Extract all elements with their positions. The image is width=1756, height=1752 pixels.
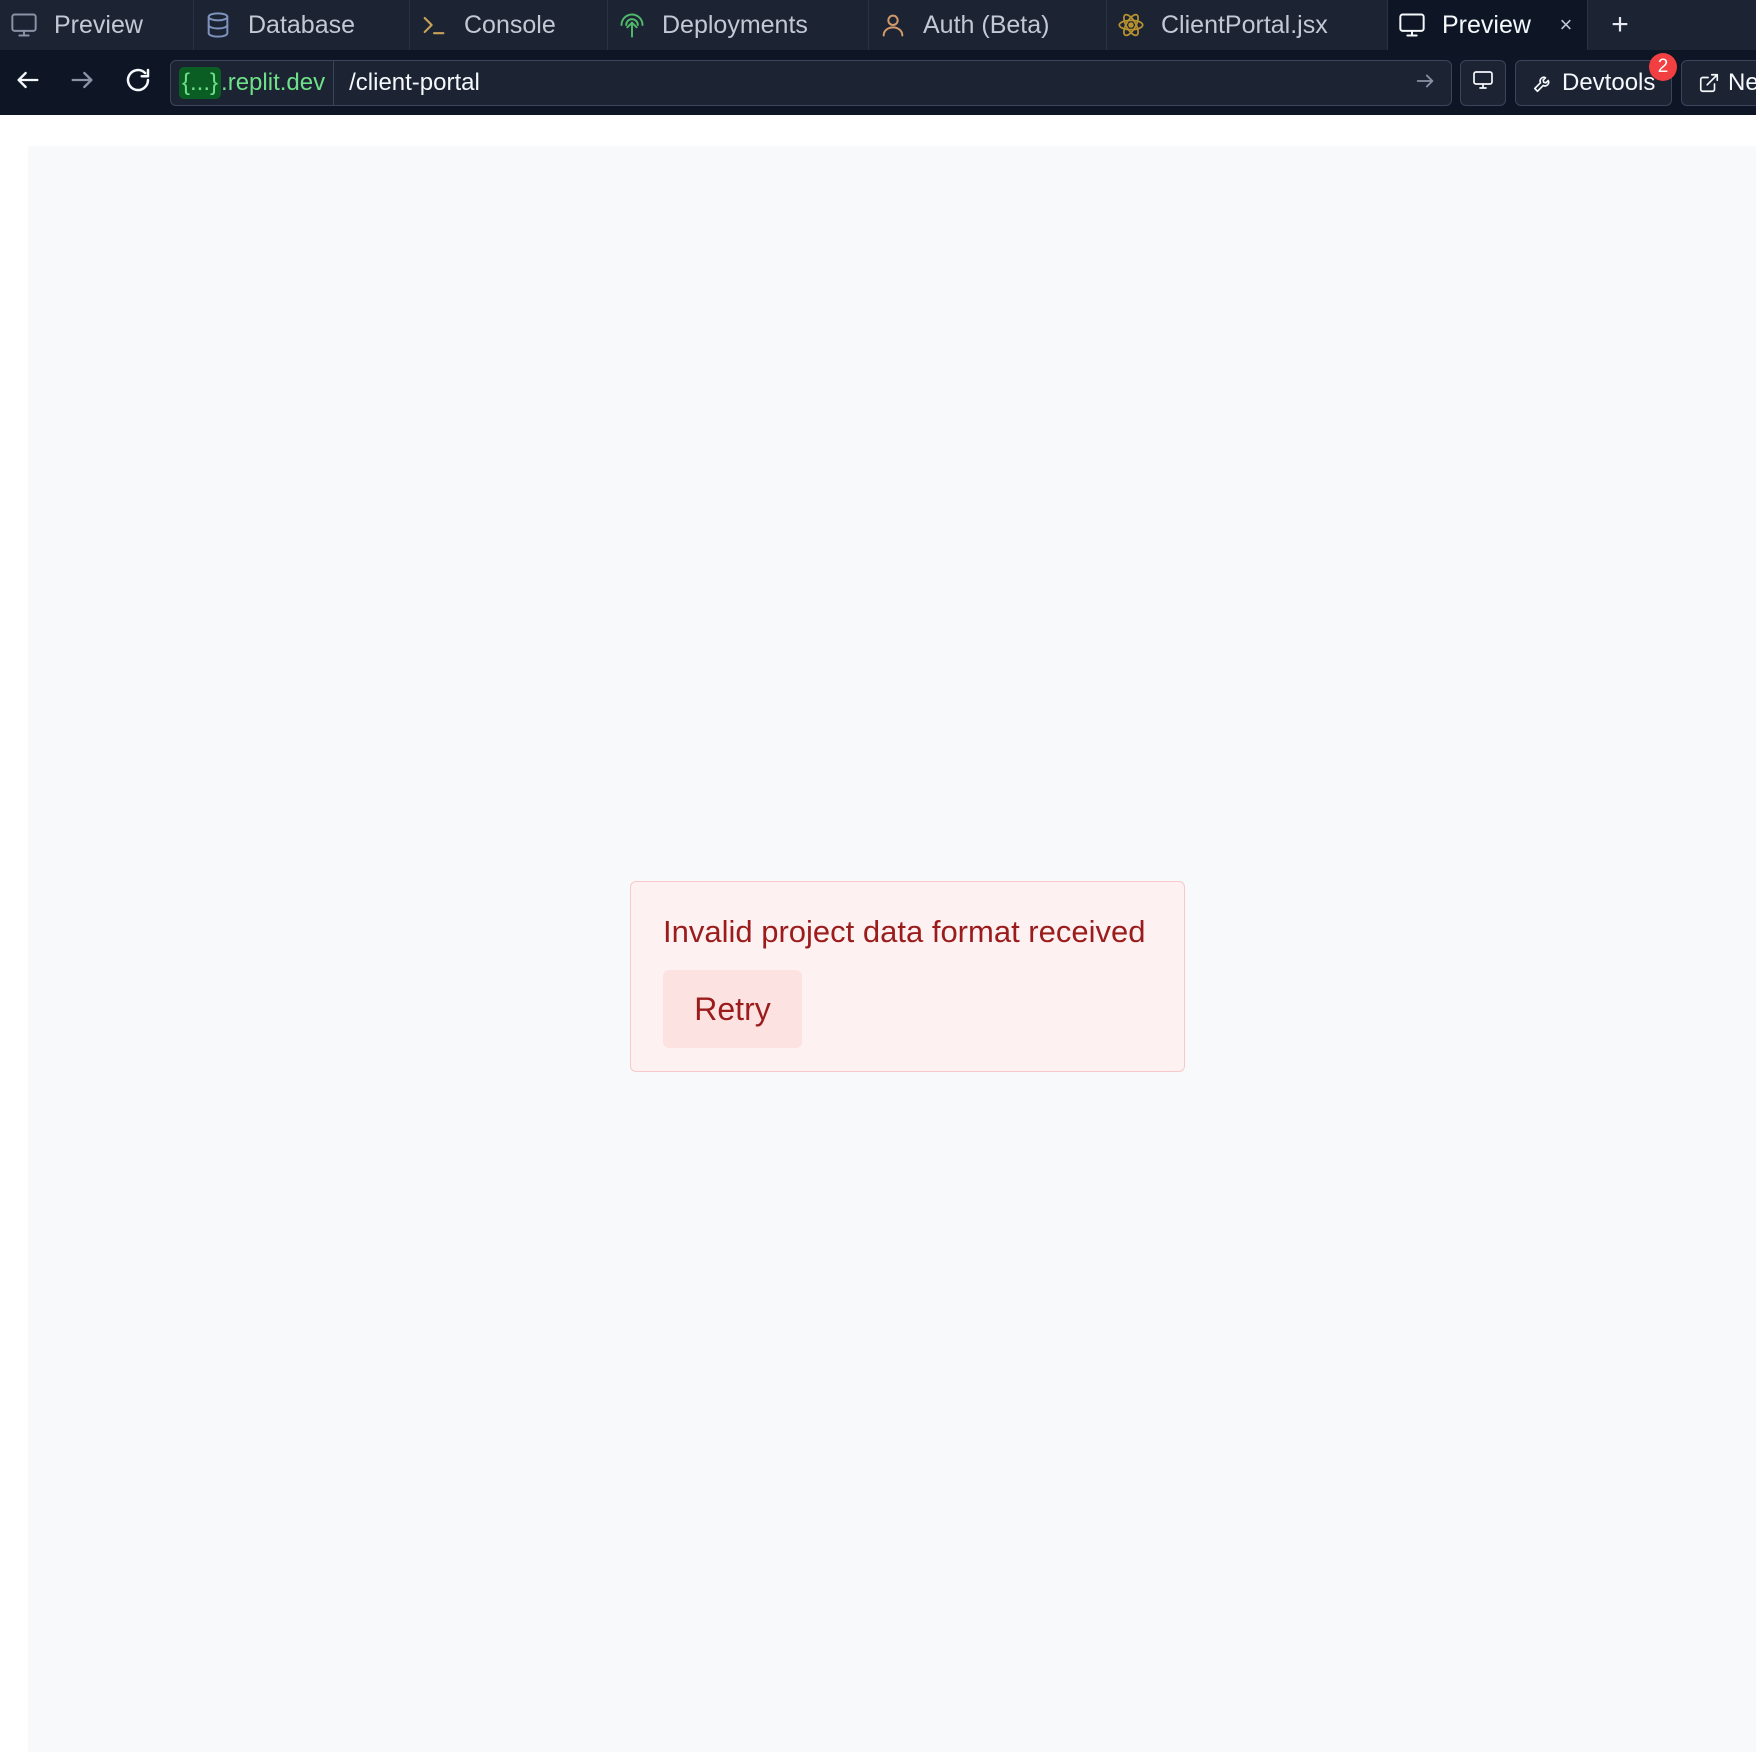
tab-bar: Preview Database Console Deployments Aut… bbox=[0, 0, 1756, 50]
new-tab-label: Ne bbox=[1728, 69, 1756, 96]
devtools-badge: 2 bbox=[1649, 53, 1677, 81]
wrench-icon bbox=[1532, 72, 1554, 94]
preview-pane: Invalid project data format received Ret… bbox=[0, 115, 1756, 1752]
external-link-icon bbox=[1698, 72, 1720, 94]
deployments-icon bbox=[618, 11, 646, 39]
tab-label: Deployments bbox=[662, 10, 808, 39]
close-icon[interactable]: × bbox=[1557, 12, 1575, 38]
terminal-icon bbox=[420, 11, 448, 39]
add-tab-button[interactable]: + bbox=[1588, 0, 1652, 50]
tab-label: Auth (Beta) bbox=[923, 10, 1050, 39]
url-host: {...} .replit.dev bbox=[171, 61, 335, 105]
forward-button[interactable] bbox=[54, 54, 110, 110]
tab-preview[interactable]: Preview bbox=[0, 0, 194, 50]
url-host-domain: .replit.dev bbox=[221, 69, 326, 96]
monitor-icon bbox=[10, 11, 38, 39]
arrow-right-icon bbox=[1414, 70, 1436, 97]
devtools-label: Devtools bbox=[1562, 69, 1656, 96]
devtools-button[interactable]: Devtools 2 bbox=[1515, 53, 1677, 106]
tab-auth[interactable]: Auth (Beta) bbox=[869, 0, 1107, 50]
database-icon bbox=[204, 11, 232, 39]
monitor-icon bbox=[1398, 11, 1426, 39]
retry-button[interactable]: Retry bbox=[663, 970, 802, 1048]
back-button[interactable] bbox=[0, 54, 56, 110]
new-tab-button[interactable]: Ne bbox=[1681, 60, 1756, 106]
address-bar: {...} .replit.dev /client-portal Devtool… bbox=[0, 50, 1756, 115]
user-icon bbox=[879, 11, 907, 39]
tab-database[interactable]: Database bbox=[194, 0, 410, 50]
error-alert: Invalid project data format received Ret… bbox=[630, 881, 1185, 1072]
tab-clientportal-jsx[interactable]: ClientPortal.jsx bbox=[1107, 0, 1388, 50]
tab-label: Database bbox=[248, 10, 356, 39]
tab-label: ClientPortal.jsx bbox=[1161, 10, 1328, 39]
url-field[interactable]: {...} .replit.dev /client-portal bbox=[170, 60, 1452, 106]
url-host-brace: {...} bbox=[179, 67, 222, 99]
reload-icon bbox=[123, 65, 153, 100]
url-path[interactable]: /client-portal bbox=[349, 69, 1403, 97]
tab-preview-active[interactable]: Preview × bbox=[1388, 0, 1588, 50]
arrow-left-icon bbox=[14, 66, 42, 99]
reload-button[interactable] bbox=[110, 54, 166, 110]
tab-label: Preview bbox=[1442, 10, 1531, 39]
monitor-icon bbox=[1471, 68, 1495, 99]
tab-deployments[interactable]: Deployments bbox=[608, 0, 869, 50]
tab-label: Console bbox=[464, 10, 556, 39]
url-go-button[interactable] bbox=[1403, 61, 1447, 105]
tab-label: Preview bbox=[54, 10, 143, 39]
react-icon bbox=[1117, 11, 1145, 39]
arrow-right-icon bbox=[68, 66, 96, 99]
tab-console[interactable]: Console bbox=[410, 0, 608, 50]
device-toggle-button[interactable] bbox=[1460, 60, 1506, 106]
error-message: Invalid project data format received bbox=[663, 914, 1146, 949]
